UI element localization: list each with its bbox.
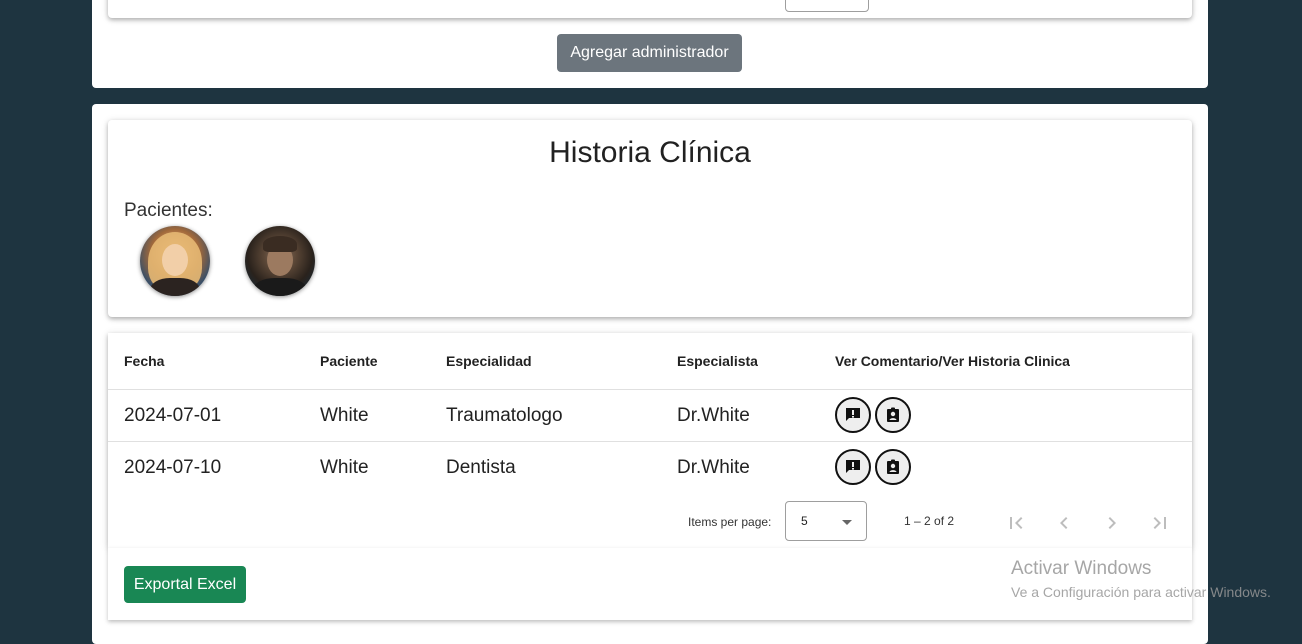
history-table: Fecha Paciente Especialidad Especialista… [108, 333, 1192, 548]
cell-especialista: Dr.White [677, 457, 750, 478]
column-header-acciones[interactable]: Ver Comentario/Ver Historia Clinica [835, 353, 1070, 369]
next-page-icon[interactable] [1100, 511, 1124, 535]
cell-especialidad: Dentista [446, 457, 516, 478]
last-page-icon[interactable] [1148, 511, 1172, 535]
clinical-record-icon [887, 407, 899, 422]
admin-table-card [108, 0, 1192, 18]
items-per-page-label: Items per page: [688, 515, 772, 529]
windows-activation-subtitle: Ve a Configuración para activar Windows. [1011, 584, 1271, 600]
page-title: Historia Clínica [549, 136, 751, 169]
row-divider [108, 389, 1192, 390]
column-header-especialidad[interactable]: Especialidad [446, 353, 532, 369]
cell-paciente: White [320, 457, 369, 478]
previous-page-icon[interactable] [1052, 511, 1076, 535]
cell-especialidad: Traumatologo [446, 405, 563, 426]
view-clinical-history-button[interactable] [875, 397, 911, 433]
admin-page-size-select[interactable] [785, 0, 869, 12]
add-admin-button[interactable]: Agregar administrador [557, 34, 742, 72]
dropdown-arrow-icon [842, 520, 852, 525]
patients-card: Historia Clínica Pacientes: [108, 120, 1192, 317]
view-comment-button[interactable] [835, 449, 871, 485]
patient-avatar-man[interactable] [245, 226, 315, 296]
first-page-icon[interactable] [1004, 511, 1028, 535]
export-excel-button[interactable]: Exportal Excel [124, 566, 246, 603]
column-header-paciente[interactable]: Paciente [320, 353, 378, 369]
comment-alert-icon [846, 408, 860, 421]
page-size-value: 5 [801, 514, 808, 528]
page-range-label: 1 – 2 of 2 [904, 514, 955, 528]
windows-activation-title: Activar Windows [1011, 558, 1152, 579]
clinical-record-icon [887, 459, 899, 474]
page-size-select[interactable]: 5 [785, 501, 867, 541]
comment-alert-icon [846, 460, 860, 473]
admin-panel: Agregar administrador [92, 0, 1208, 88]
cell-paciente: White [320, 405, 369, 426]
column-header-fecha[interactable]: Fecha [124, 353, 164, 369]
column-header-especialista[interactable]: Especialista [677, 353, 758, 369]
patients-label: Pacientes: [124, 200, 213, 221]
patient-avatar-woman[interactable] [140, 226, 210, 296]
view-clinical-history-button[interactable] [875, 449, 911, 485]
view-comment-button[interactable] [835, 397, 871, 433]
cell-fecha: 2024-07-10 [124, 457, 222, 478]
row-divider [108, 441, 1192, 442]
cell-especialista: Dr.White [677, 405, 750, 426]
cell-fecha: 2024-07-01 [124, 405, 222, 426]
